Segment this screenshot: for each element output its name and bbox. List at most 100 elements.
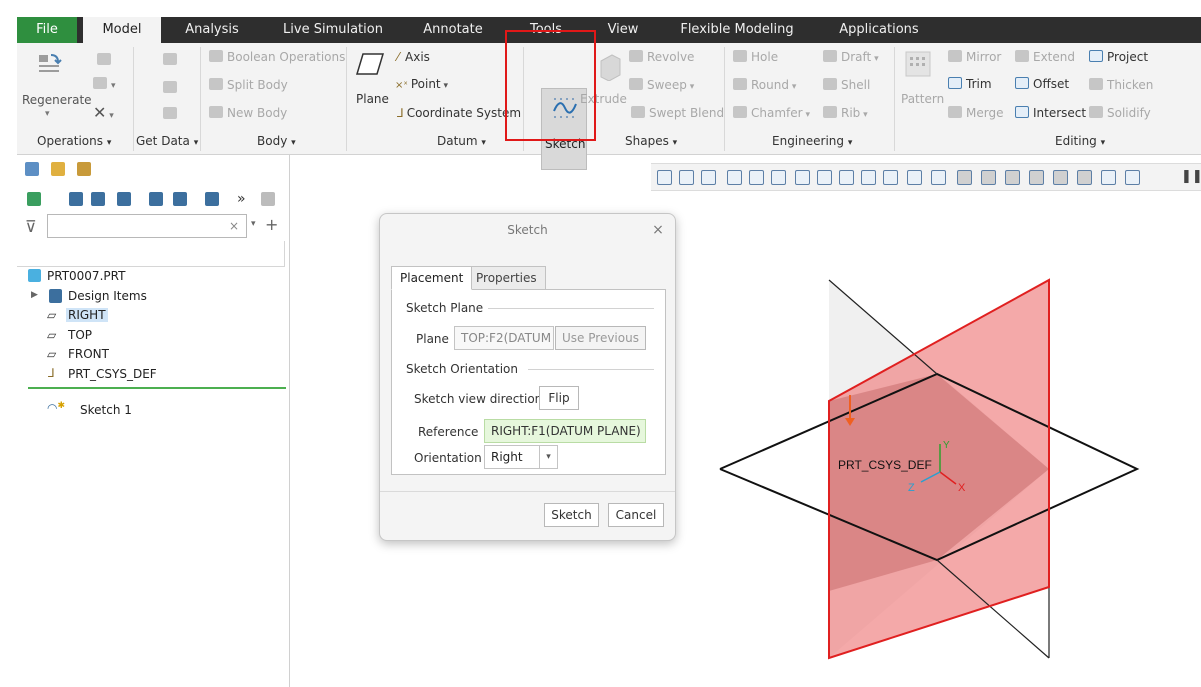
model-tree-tab-icon[interactable] [25, 162, 39, 176]
plane-display-icon[interactable] [907, 170, 922, 185]
intersect-button[interactable]: Intersect [1015, 106, 1086, 120]
tab-analysis[interactable]: Analysis [177, 17, 247, 43]
chamfer-button[interactable]: Chamfer ▾ [733, 106, 810, 120]
point-button[interactable]: ×ˣ Point ▾ [395, 77, 448, 91]
filter-dropdown-icon[interactable]: ▾ [251, 219, 256, 229]
sketch-dialog-button[interactable]: Sketch [544, 503, 599, 527]
use-previous-button[interactable]: Use Previous [555, 326, 646, 350]
tree-columns-icon[interactable] [91, 192, 105, 206]
repaint-icon[interactable] [727, 170, 742, 185]
shell-button[interactable]: Shell [823, 78, 870, 92]
layer-items-icon[interactable] [173, 192, 187, 206]
group-operations[interactable]: Operations ▾ [37, 134, 111, 148]
get-data-icon-3[interactable] [163, 107, 181, 121]
warning-display-icon[interactable] [1125, 170, 1140, 185]
favorites-tab-icon[interactable] [77, 162, 91, 176]
tree-item-top[interactable]: TOP [68, 328, 92, 342]
draft-button[interactable]: Draft ▾ [823, 50, 879, 64]
group-engineering[interactable]: Engineering ▾ [772, 134, 852, 148]
point-display-icon[interactable] [957, 170, 972, 185]
plane-icon[interactable] [355, 51, 385, 80]
cancel-button[interactable]: Cancel [608, 503, 664, 527]
annotation-display-icon[interactable] [861, 170, 876, 185]
more-icon[interactable]: » [237, 191, 246, 207]
tab-file[interactable]: File [17, 17, 77, 43]
display-style-icon[interactable] [771, 170, 786, 185]
csys-display-icon[interactable] [981, 170, 996, 185]
hole-button[interactable]: Hole [733, 50, 778, 64]
group-shapes[interactable]: Shapes ▾ [625, 134, 677, 148]
perspective-icon[interactable] [839, 170, 854, 185]
merge-button[interactable]: Merge [948, 106, 1003, 120]
mirror-button[interactable]: Mirror [948, 50, 1001, 64]
tab-placement[interactable]: Placement [391, 266, 473, 290]
pattern-icon[interactable] [905, 51, 931, 80]
pause-icon[interactable]: ❚❚ [1181, 169, 1201, 184]
tab-properties[interactable]: Properties [467, 266, 546, 290]
add-filter-icon[interactable]: + [265, 215, 278, 234]
regenerate-icon[interactable] [37, 51, 63, 77]
orientation-select[interactable]: Right ▾ [484, 445, 558, 469]
regenerate-dropdown-icon[interactable]: ▾ [45, 109, 50, 119]
plane-field[interactable]: TOP:F2(DATUM [454, 326, 554, 350]
group-datum[interactable]: Datum ▾ [437, 134, 486, 148]
zoom-out-icon[interactable] [701, 170, 716, 185]
expand-arrow-icon[interactable]: ▶ [31, 290, 38, 300]
tab-view[interactable]: View [601, 17, 645, 43]
view-manager-icon[interactable] [817, 170, 832, 185]
get-data-icon-1[interactable] [163, 53, 181, 67]
tree-settings-icon[interactable] [69, 192, 83, 206]
vertex-display-icon[interactable] [1101, 170, 1116, 185]
tree-item-front[interactable]: FRONT [68, 347, 109, 361]
folder-browser-tab-icon[interactable] [51, 162, 65, 176]
group-editing[interactable]: Editing ▾ [1055, 134, 1105, 148]
split-body-button[interactable]: Split Body [209, 78, 288, 92]
tab-annotate[interactable]: Annotate [415, 17, 491, 43]
saved-orientations-icon[interactable] [795, 170, 810, 185]
get-data-icon-2[interactable] [163, 81, 181, 95]
trim-button[interactable]: Trim [948, 77, 992, 91]
rib-button[interactable]: Rib ▾ [823, 106, 868, 120]
clear-filter-icon[interactable]: × [229, 219, 239, 233]
solidify-button[interactable]: Solidify [1089, 106, 1151, 120]
tree-item-part[interactable]: PRT0007.PRT [47, 269, 125, 283]
show-icon[interactable] [27, 192, 41, 206]
section-icon[interactable] [883, 170, 898, 185]
group-get-data[interactable]: Get Data ▾ [136, 134, 198, 148]
round-button[interactable]: Round ▾ [733, 78, 796, 92]
notes-icon[interactable] [261, 192, 275, 206]
layer-tree-icon[interactable] [149, 192, 163, 206]
zoom-in-icon[interactable] [679, 170, 694, 185]
delete-icon[interactable]: ✕ ▾ [93, 103, 114, 122]
sketch-display-icon[interactable] [1005, 170, 1020, 185]
tree-item-right[interactable]: RIGHT [66, 308, 108, 322]
tab-model[interactable]: Model [83, 17, 161, 43]
constraint-display-icon[interactable] [1053, 170, 1068, 185]
chevron-down-icon[interactable]: ▾ [539, 446, 557, 468]
regenerate-button[interactable]: Regenerate [22, 93, 92, 107]
coordinate-system-button[interactable]: ⅃ Coordinate System [397, 106, 521, 120]
tree-filter-icon[interactable] [117, 192, 131, 206]
extrude-icon[interactable] [598, 51, 624, 84]
flip-button[interactable]: Flip [539, 386, 579, 410]
extend-button[interactable]: Extend [1015, 50, 1075, 64]
pattern-button[interactable]: Pattern [901, 92, 944, 106]
axis-button[interactable]: ⁄ Axis [397, 50, 430, 64]
tab-flexible-modeling[interactable]: Flexible Modeling [675, 17, 799, 43]
plane-button[interactable]: Plane [356, 92, 389, 106]
project-button[interactable]: Project [1089, 50, 1148, 64]
tree-filter-input[interactable] [47, 214, 247, 238]
revolve-button[interactable]: Revolve [629, 50, 694, 64]
copy-icon[interactable] [97, 53, 115, 67]
tree-item-sketch[interactable]: Sketch 1 [80, 403, 132, 417]
boolean-operations-button[interactable]: Boolean Operations [209, 50, 345, 64]
tree-item-csys[interactable]: PRT_CSYS_DEF [68, 367, 157, 381]
details-icon[interactable] [205, 192, 219, 206]
dimension-display-icon[interactable] [1029, 170, 1044, 185]
tab-applications[interactable]: Applications [831, 17, 927, 43]
offset-button[interactable]: Offset [1015, 77, 1069, 91]
thicken-button[interactable]: Thicken [1089, 78, 1153, 92]
paste-icon[interactable]: ▾ [93, 77, 116, 91]
graphics-viewport[interactable]: Y X Z PRT_CSYS_DEF [700, 260, 1140, 670]
insert-here-line[interactable] [28, 387, 286, 389]
